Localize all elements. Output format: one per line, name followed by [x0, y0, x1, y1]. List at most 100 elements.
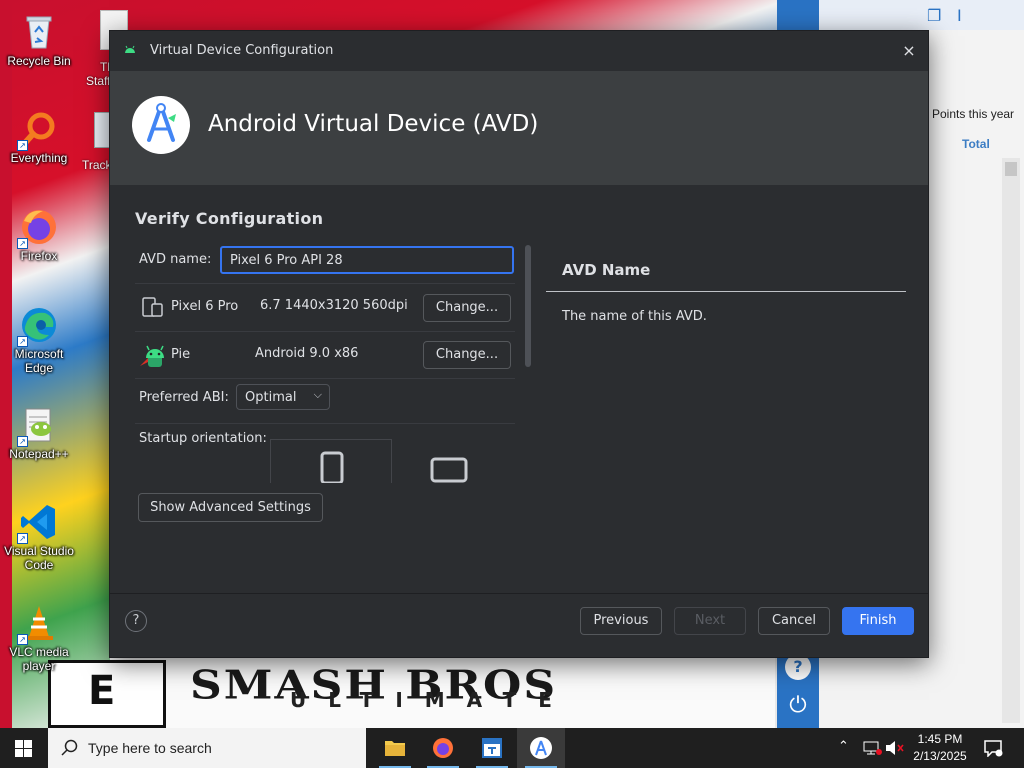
- desktop-icon-vscode[interactable]: ↗ Visual Studio Code: [1, 502, 77, 572]
- info-divider: [546, 291, 906, 292]
- landscape-orientation-option[interactable]: [430, 457, 470, 483]
- preferred-abi-label: Preferred ABI:: [139, 390, 229, 405]
- tracker-app-icon: [482, 738, 502, 758]
- power-icon[interactable]: ⏻: [784, 692, 812, 720]
- desktop-icon-label: Firefox: [20, 249, 58, 263]
- next-button[interactable]: Next: [674, 607, 746, 635]
- clock-time: 1:45 PM: [917, 732, 963, 746]
- android-head-icon: [125, 45, 135, 53]
- shortcut-arrow-icon: ↗: [17, 634, 28, 645]
- desktop-icon-label: Notepad++: [9, 447, 69, 461]
- preferred-abi-value: Optimal: [245, 390, 297, 405]
- shortcut-arrow-icon: ↗: [17, 533, 28, 544]
- network-icon[interactable]: [862, 740, 882, 756]
- avd-name-row: AVD name:: [135, 243, 515, 277]
- background-app-scrollbar[interactable]: [1002, 158, 1020, 723]
- wallpaper-subtitle-text: ULTIMATE: [290, 688, 574, 712]
- scrollbar-thumb[interactable]: [1005, 162, 1017, 176]
- help-icon[interactable]: ?: [125, 610, 147, 632]
- portrait-orientation-option[interactable]: [270, 439, 392, 483]
- copy-icon[interactable]: ❐: [927, 6, 941, 25]
- show-advanced-settings-button[interactable]: Show Advanced Settings: [138, 493, 323, 522]
- divider: [135, 331, 515, 332]
- system-image-row: Pie Android 9.0 x86 Change...: [135, 334, 515, 378]
- shortcut-arrow-icon: ↗: [17, 436, 28, 447]
- notification-icon[interactable]: [983, 739, 1003, 757]
- android-pie-icon: [140, 345, 164, 367]
- form-vertical-scrollbar[interactable]: [525, 243, 533, 483]
- device-row: Pixel 6 Pro 6.7 1440x3120 560dpi Change.…: [135, 287, 515, 331]
- divider: [135, 423, 515, 424]
- startup-orientation-label: Startup orientation:: [139, 431, 267, 446]
- text-cursor-icon[interactable]: Ⅰ: [957, 6, 962, 25]
- taskbar-clock[interactable]: 1:45 PM 2/13/2025: [905, 731, 975, 765]
- device-spec: 6.7 1440x3120 560dpi: [260, 298, 408, 313]
- divider: [135, 283, 515, 284]
- android-studio-logo-icon: [132, 96, 190, 154]
- desktop-icon-label: Everything: [10, 151, 68, 165]
- chevron-up-icon[interactable]: ⌃: [838, 739, 849, 754]
- taskbar-file-explorer[interactable]: [371, 728, 419, 768]
- vlc-cone-icon: ↗: [17, 603, 59, 645]
- desktop-icon-firefox[interactable]: ↗ Firefox: [1, 207, 77, 263]
- device-phone-tablet-icon: [142, 297, 163, 317]
- magnifier-icon: ↗: [17, 109, 59, 151]
- divider: [135, 378, 515, 379]
- desktop-icon-partial-track[interactable]: [94, 112, 110, 148]
- edge-icon: ↗: [17, 305, 59, 347]
- dialog-header-title: Android Virtual Device (AVD): [208, 111, 539, 137]
- shortcut-arrow-icon: ↗: [17, 336, 28, 347]
- desktop-icon-label: VLC media player: [9, 645, 69, 673]
- close-icon[interactable]: ×: [898, 40, 920, 62]
- cancel-button[interactable]: Cancel: [758, 607, 830, 635]
- preferred-abi-select[interactable]: Optimal ⌵: [236, 384, 330, 410]
- rating-letter: E: [88, 668, 116, 714]
- previous-button[interactable]: Previous: [580, 607, 662, 635]
- virtual-device-configuration-dialog: Virtual Device Configuration × Android V…: [109, 30, 929, 658]
- vscode-icon: ↗: [17, 502, 59, 544]
- system-image-spec: Android 9.0 x86: [255, 346, 359, 361]
- desktop-partial-label: Track: [82, 158, 112, 172]
- taskbar-android-studio[interactable]: [517, 728, 565, 768]
- taskbar-firefox[interactable]: [419, 728, 467, 768]
- desktop-icon-recycle-bin[interactable]: Recycle Bin: [1, 12, 77, 68]
- desktop-partial-label: Staff: [86, 74, 111, 88]
- desktop-icon-label: Microsoft Edge: [14, 347, 64, 375]
- search-icon: [61, 739, 78, 756]
- firefox-icon: ↗: [17, 207, 59, 249]
- total-label: Total: [962, 137, 990, 151]
- avd-name-input[interactable]: [220, 246, 514, 274]
- finish-button[interactable]: Finish: [842, 607, 914, 635]
- background-app-toolbar: [819, 0, 1024, 30]
- info-description: The name of this AVD.: [562, 309, 707, 324]
- recycle-bin-icon: [19, 12, 59, 52]
- desktop-icon-edge[interactable]: ↗ Microsoft Edge: [1, 305, 77, 375]
- volume-muted-icon[interactable]: [884, 740, 904, 756]
- start-button[interactable]: [0, 728, 48, 768]
- points-column-header: Points this year: [932, 107, 1015, 121]
- info-title: AVD Name: [562, 261, 651, 279]
- chevron-down-icon: ⌵: [313, 388, 322, 401]
- search-placeholder: Type here to search: [88, 740, 212, 756]
- preferred-abi-row: Preferred ABI: Optimal ⌵: [135, 384, 515, 414]
- shortcut-arrow-icon: ↗: [17, 140, 28, 151]
- android-studio-icon: [530, 737, 552, 759]
- desktop-icon-label: Recycle Bin: [7, 54, 71, 68]
- dialog-footer: ? Previous Next Cancel Finish: [110, 593, 928, 657]
- configuration-form: AVD name: Pixel 6 Pro 6.7 1440x3120 560d…: [135, 243, 535, 483]
- taskbar-search-box[interactable]: Type here to search: [48, 728, 366, 768]
- landscape-phone-icon: [430, 457, 468, 483]
- device-name: Pixel 6 Pro: [171, 299, 239, 314]
- folder-icon: [385, 741, 405, 756]
- desktop-icon-notepadpp[interactable]: ↗ Notepad++: [1, 405, 77, 461]
- change-device-button[interactable]: Change...: [423, 294, 511, 322]
- taskbar-app-tracker[interactable]: [468, 728, 516, 768]
- change-system-image-button[interactable]: Change...: [423, 341, 511, 369]
- dialog-titlebar[interactable]: Virtual Device Configuration ×: [110, 31, 928, 71]
- clock-date: 2/13/2025: [913, 749, 967, 763]
- desktop-icon-vlc[interactable]: ↗ VLC media player: [1, 603, 77, 673]
- notepadpp-icon: ↗: [17, 405, 59, 447]
- desktop-icon-everything[interactable]: ↗ Everything: [1, 109, 77, 165]
- taskbar: Type here to search ⌃ 1:45 PM 2/13/2025: [0, 728, 1024, 768]
- scrollbar-thumb[interactable]: [525, 245, 531, 367]
